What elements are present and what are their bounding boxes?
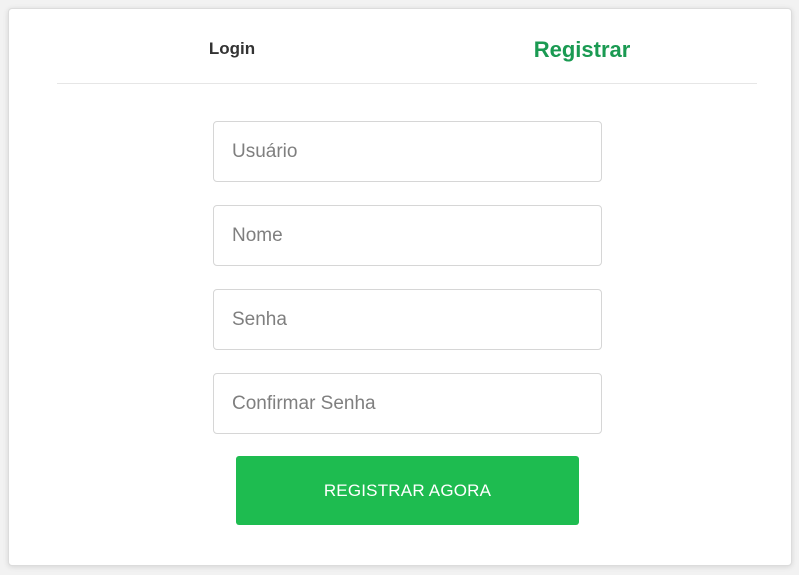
name-input[interactable] [213,205,602,266]
register-now-button[interactable]: REGISTRAR AGORA [236,456,579,525]
username-input[interactable] [213,121,602,182]
password-input[interactable] [213,289,602,350]
auth-tabs: Login Registrar [57,9,757,84]
tab-login[interactable]: Login [57,9,407,83]
confirm-password-input[interactable] [213,373,602,434]
register-card: Login Registrar REGISTRAR AGORA [8,8,792,566]
tab-register[interactable]: Registrar [407,9,757,83]
